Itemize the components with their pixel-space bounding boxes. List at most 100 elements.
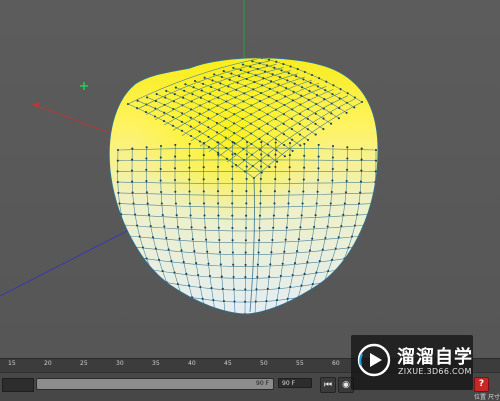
- mesh-vertex: [308, 294, 310, 296]
- frame-range-slider[interactable]: 90 F: [36, 378, 274, 390]
- mesh-vertex: [317, 85, 319, 87]
- mesh-vertex: [309, 249, 311, 251]
- mesh-vertex: [217, 152, 219, 154]
- mesh-vertex: [299, 144, 301, 146]
- mesh-vertex: [138, 267, 140, 269]
- mesh-vertex: [346, 157, 348, 159]
- mesh-vertex: [161, 202, 163, 204]
- mesh-vertex: [244, 85, 246, 87]
- timeline-tick-label: 25: [80, 360, 88, 367]
- mesh-vertex: [231, 166, 233, 168]
- mesh-vertex: [217, 190, 219, 192]
- mesh-vertex: [273, 202, 275, 204]
- mesh-vertex: [359, 192, 361, 194]
- mesh-vertex: [168, 248, 170, 250]
- mesh-vertex: [203, 214, 205, 216]
- mesh-vertex: [217, 178, 219, 180]
- mesh-vertex: [199, 140, 201, 142]
- mesh-vertex: [158, 259, 160, 261]
- mesh-vertex: [244, 288, 246, 290]
- mesh-vertex: [330, 123, 332, 125]
- mesh-vertex: [260, 153, 262, 155]
- mesh-vertex: [245, 239, 247, 241]
- current-frame-field[interactable]: [2, 378, 34, 392]
- mesh-vertex: [232, 67, 234, 69]
- mesh-vertex: [289, 286, 291, 288]
- watermark-title: 溜溜自学: [397, 343, 473, 369]
- mesh-vertex: [325, 81, 327, 83]
- mesh-vertex: [245, 215, 247, 217]
- go-to-start-button[interactable]: ⏮: [320, 377, 336, 393]
- mesh-vertex: [303, 143, 305, 145]
- mesh-vertex: [289, 166, 291, 168]
- mesh-vertex: [190, 117, 192, 119]
- mesh-vertex: [145, 180, 147, 182]
- mesh-vertex: [117, 149, 119, 151]
- mesh-vertex: [199, 131, 201, 133]
- mesh-vertex: [340, 288, 342, 290]
- mesh-vertex: [294, 262, 296, 264]
- mesh-vertex: [286, 79, 288, 81]
- mesh-vertex: [283, 123, 285, 125]
- skip-to-start-icon: ⏮: [324, 380, 332, 390]
- mesh-vertex: [183, 261, 185, 263]
- mesh-vertex: [178, 238, 180, 240]
- mesh-vertex: [274, 190, 276, 192]
- mesh-vertex: [307, 118, 309, 120]
- x-axis-arrow: [32, 102, 40, 109]
- mesh-vertex: [243, 92, 245, 94]
- mesh-vertex: [242, 100, 244, 102]
- mesh-vertex: [268, 96, 270, 98]
- end-frame-field[interactable]: 90 F: [278, 378, 312, 388]
- mesh-vertex: [315, 134, 317, 136]
- mesh-vertex: [318, 156, 320, 158]
- mesh-vertex: [327, 225, 329, 227]
- mesh-vertex: [346, 146, 348, 148]
- mesh-vertex: [289, 142, 291, 144]
- mesh-vertex: [133, 256, 135, 258]
- mesh-vertex: [148, 288, 150, 290]
- viewport-scene[interactable]: [0, 0, 500, 358]
- mesh-vertex: [134, 213, 136, 215]
- mesh-vertex: [294, 308, 296, 310]
- mesh-vertex: [188, 179, 190, 181]
- mesh-vertex: [346, 169, 348, 171]
- mesh-vertex: [256, 276, 258, 278]
- mesh-vertex: [335, 247, 337, 249]
- mesh-vertex: [150, 225, 152, 227]
- mesh-vertex: [174, 167, 176, 169]
- mesh-vertex: [307, 139, 309, 141]
- mesh-vertex: [165, 90, 167, 92]
- mesh-vertex: [322, 128, 324, 130]
- mesh-vertex: [235, 89, 237, 91]
- mesh-vertex: [274, 311, 276, 313]
- mesh-vertex: [322, 118, 324, 120]
- mesh-vertex: [232, 141, 234, 143]
- mesh-vertex: [160, 156, 162, 158]
- mesh-vertex: [339, 268, 341, 270]
- mesh-vertex: [131, 181, 133, 183]
- mesh-vertex: [289, 154, 291, 156]
- mesh-vertex: [306, 261, 308, 263]
- mesh-vertex: [222, 288, 224, 290]
- mesh-vertex: [300, 285, 302, 287]
- mesh-vertex: [268, 276, 270, 278]
- mesh-vertex: [118, 203, 120, 205]
- mesh-vertex: [148, 214, 150, 216]
- mesh-vertex: [214, 311, 216, 313]
- mesh-vertex: [146, 257, 148, 259]
- mesh-vertex: [324, 301, 326, 303]
- mesh-vertex: [182, 97, 184, 99]
- mesh-vertex: [229, 79, 231, 81]
- mesh-vertex: [175, 202, 177, 204]
- mesh-vertex: [231, 153, 233, 155]
- mesh-vertex: [280, 69, 282, 71]
- help-button[interactable]: ?: [474, 377, 489, 392]
- mesh-vertex: [235, 164, 237, 166]
- watermark-badge: 溜溜自学 ZIXUE.3D66.COM: [351, 335, 473, 390]
- mesh-vertex: [160, 168, 162, 170]
- mesh-vertex: [202, 298, 204, 300]
- 3d-viewport[interactable]: [0, 0, 500, 358]
- mesh-vertex: [273, 215, 275, 217]
- mesh-vertex: [275, 61, 277, 63]
